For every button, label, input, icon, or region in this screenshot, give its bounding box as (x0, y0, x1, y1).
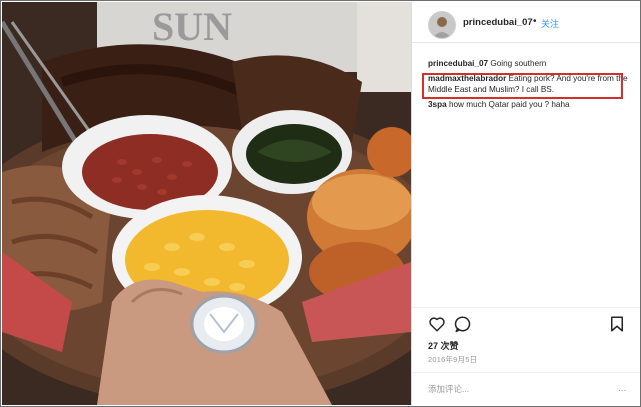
comment-text: Going southern (490, 59, 547, 68)
post-side-panel: princedubai_07 • 关注 princedubai_07 Going… (412, 2, 640, 405)
comment-text: how much Qatar paid you ? haha (448, 100, 570, 109)
post-header: princedubai_07 • 关注 (412, 2, 640, 43)
comment-highlight-box (422, 73, 623, 99)
separator-dot: • (533, 16, 537, 27)
comment-3: 3spa how much Qatar paid you ? haha (428, 99, 632, 110)
screenshot-frame: SUN princedubai_07 • 关注 princedubai_07 G… (0, 0, 641, 407)
comment-user[interactable]: princedubai_07 (428, 59, 488, 68)
avatar[interactable] (428, 11, 456, 39)
actions-divider (412, 307, 640, 308)
food-photo-illustration: SUN (2, 2, 411, 405)
avatar-image (429, 12, 455, 38)
comment-input-divider (412, 372, 640, 373)
post-photo[interactable]: SUN (2, 2, 411, 405)
comment-user[interactable]: 3spa (428, 100, 447, 109)
more-options-button[interactable]: ... (618, 383, 626, 394)
bookmark-icon[interactable] (608, 315, 626, 333)
follow-button[interactable]: 关注 (541, 17, 559, 30)
comment-1: princedubai_07 Going southern (428, 58, 632, 69)
post-date: 2016年9月5日 (428, 355, 478, 364)
add-comment-input[interactable]: 添加评论... (428, 383, 469, 395)
likes-count[interactable]: 27 次赞 (428, 339, 459, 352)
comment-icon[interactable] (454, 315, 472, 333)
post-username[interactable]: princedubai_07 (463, 17, 533, 28)
shirt-text: SUN (152, 4, 232, 49)
heart-icon[interactable] (428, 315, 446, 333)
